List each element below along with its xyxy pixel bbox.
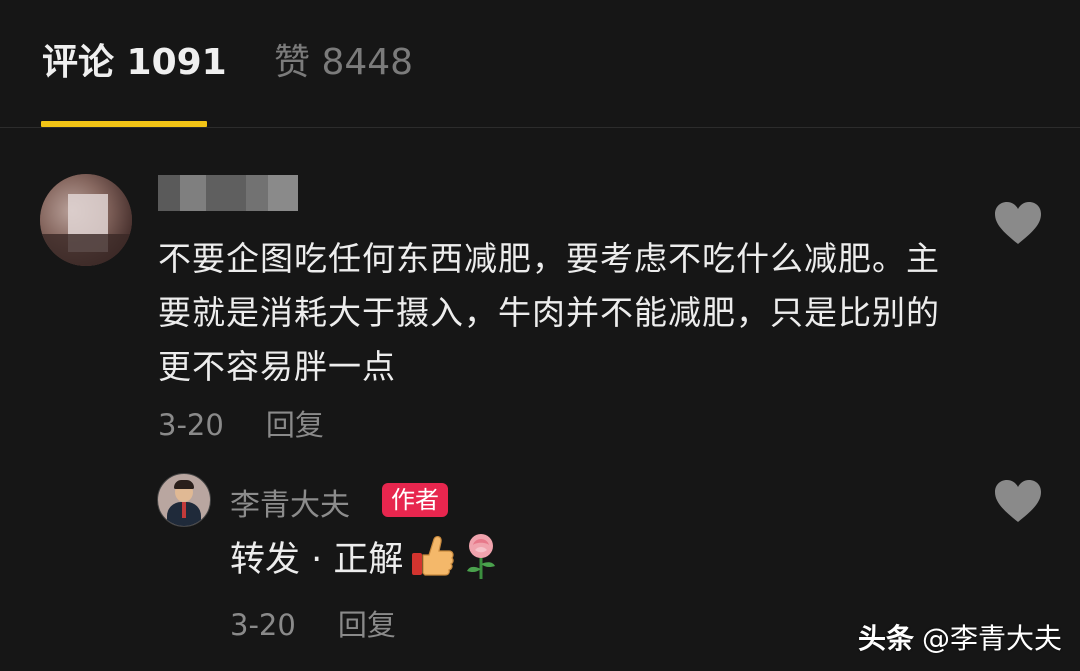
watermark: 头条 @李青大夫 [858, 617, 1062, 657]
avatar[interactable] [40, 174, 132, 266]
comment-tabs: 评论 1091 赞 8448 [0, 0, 1080, 128]
avatar-figure [174, 480, 194, 489]
reply-button[interactable]: 回复 [266, 408, 324, 442]
tabs-divider [0, 127, 1080, 128]
heart-icon[interactable] [993, 200, 1043, 246]
reply-content: 转发 · 正解 [230, 530, 501, 582]
watermark-handle: @李青大夫 [922, 622, 1063, 655]
avatar-blur [40, 234, 132, 266]
username-redacted[interactable] [158, 175, 298, 211]
tab-comments[interactable]: 评论 1091 [42, 40, 227, 86]
tab-likes[interactable]: 赞 8448 [274, 40, 413, 86]
author-avatar[interactable] [157, 473, 211, 527]
watermark-brand: 头条 [858, 622, 915, 655]
comment-date: 3-20 [158, 408, 224, 442]
reply-meta: 3-20 回复 [230, 602, 396, 644]
comment-meta: 3-20 回复 [158, 402, 324, 444]
reply-text: 转发 · 正解 [230, 539, 404, 580]
author-badge: 作者 [382, 483, 448, 517]
comment-text: 不要企图吃任何东西减肥，要考虑不吃什么减肥。主要就是消耗大于摄入，牛肉并不能减肥… [158, 239, 940, 386]
reply-button[interactable]: 回复 [338, 608, 396, 642]
reply-author-name[interactable]: 李青大夫 [230, 480, 350, 524]
thumbs-up-icon [412, 536, 455, 576]
rose-icon [467, 534, 496, 579]
reply-date: 3-20 [230, 608, 296, 642]
avatar-figure [182, 502, 186, 518]
heart-icon[interactable] [993, 478, 1043, 524]
